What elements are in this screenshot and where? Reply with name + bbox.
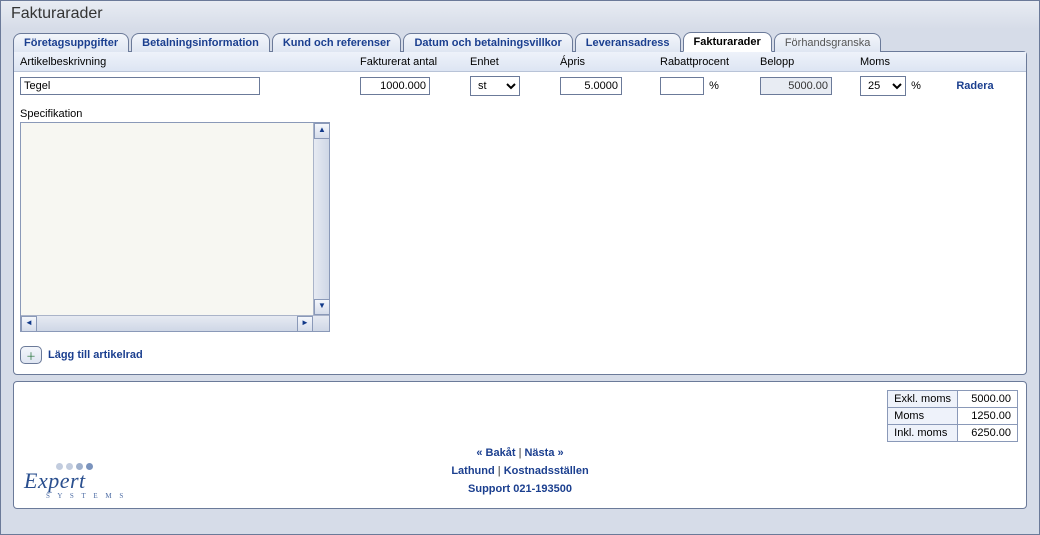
specification-textarea[interactable] [21, 123, 329, 331]
tab-betalningsinformation[interactable]: Betalningsinformation [131, 33, 270, 52]
tab-forhandsgranska[interactable]: Förhandsgranska [774, 33, 882, 52]
scroll-down-icon[interactable]: ▼ [314, 299, 330, 315]
totals-incl-label: Inkl. moms [888, 425, 958, 442]
add-row-icon[interactable]: ＋ [20, 346, 42, 364]
header-price: Ápris [560, 56, 660, 68]
header-rebate: Rabattprocent [660, 56, 760, 68]
scroll-up-icon[interactable]: ▲ [314, 123, 330, 139]
price-input[interactable] [560, 77, 622, 95]
header-vat: Moms [860, 56, 930, 68]
logo-brand: Expert [24, 468, 126, 494]
totals-table: Exkl. moms 5000.00 Moms 1250.00 Inkl. mo… [887, 390, 1018, 442]
add-row-link[interactable]: Lägg till artikelrad [48, 349, 143, 361]
column-headers: Artikelbeskrivning Fakturerat antal Enhe… [14, 52, 1026, 72]
tabs-row: Företagsuppgifter Betalningsinformation … [1, 31, 1039, 51]
header-quantity: Fakturerat antal [360, 56, 470, 68]
specification-area: ▲ ▼ ◄ ► [20, 122, 330, 332]
scrollbar-vertical[interactable]: ▲ ▼ [313, 123, 329, 315]
add-row-bar: ＋ Lägg till artikelrad [14, 338, 1026, 374]
tab-foretagsuppgifter[interactable]: Företagsuppgifter [13, 33, 129, 52]
main-panel: Artikelbeskrivning Fakturerat antal Enhe… [13, 51, 1027, 375]
specification-block: Specifikation ▲ ▼ ◄ ► [14, 104, 1026, 338]
footer-links: « Bakåt | Nästa » Lathund | Kostnadsstäl… [14, 444, 1026, 498]
help-link[interactable]: Lathund [451, 465, 494, 477]
invoice-row: st % 25 % [14, 72, 1026, 104]
header-delete [930, 56, 1020, 68]
nav-back-link[interactable]: « Bakåt [476, 447, 515, 459]
unit-select[interactable]: st [470, 76, 520, 96]
scroll-left-icon[interactable]: ◄ [21, 316, 37, 332]
cost-centres-link[interactable]: Kostnadsställen [504, 465, 589, 477]
support-text: Support 021-193500 [468, 483, 572, 495]
totals-vat-label: Moms [888, 408, 958, 425]
tab-datum-och-betalningsvillkor[interactable]: Datum och betalningsvillkor [403, 33, 572, 52]
brand-logo: Expert S Y S T E M S [24, 463, 126, 500]
tab-leveransadress[interactable]: Leveransadress [575, 33, 681, 52]
totals-excl-value: 5000.00 [958, 391, 1018, 408]
tab-kund-och-referenser[interactable]: Kund och referenser [272, 33, 402, 52]
header-unit: Enhet [470, 56, 560, 68]
vat-select[interactable]: 25 [860, 76, 906, 96]
page-title: Fakturarader [1, 1, 1039, 29]
specification-label: Specifikation [20, 108, 1020, 120]
delete-row-link[interactable]: Radera [956, 80, 993, 92]
totals-excl-label: Exkl. moms [888, 391, 958, 408]
app-window: Fakturarader Företagsuppgifter Betalning… [0, 0, 1040, 535]
scrollbar-horizontal[interactable]: ◄ ► [21, 315, 329, 331]
nav-next-link[interactable]: Nästa » [524, 447, 563, 459]
header-description: Artikelbeskrivning [20, 56, 360, 68]
totals-vat-value: 1250.00 [958, 408, 1018, 425]
logo-sub: S Y S T E M S [46, 492, 126, 500]
quantity-input[interactable] [360, 77, 430, 95]
rebate-input[interactable] [660, 77, 704, 95]
footer-panel: Exkl. moms 5000.00 Moms 1250.00 Inkl. mo… [13, 381, 1027, 509]
amount-output [760, 77, 832, 95]
tab-fakturarader[interactable]: Fakturarader [683, 32, 772, 52]
scroll-right-icon[interactable]: ► [297, 316, 313, 332]
header-amount: Belopp [760, 56, 860, 68]
vat-suffix: % [911, 80, 921, 92]
totals-incl-value: 6250.00 [958, 425, 1018, 442]
description-input[interactable] [20, 77, 260, 95]
rebate-suffix: % [709, 80, 719, 92]
